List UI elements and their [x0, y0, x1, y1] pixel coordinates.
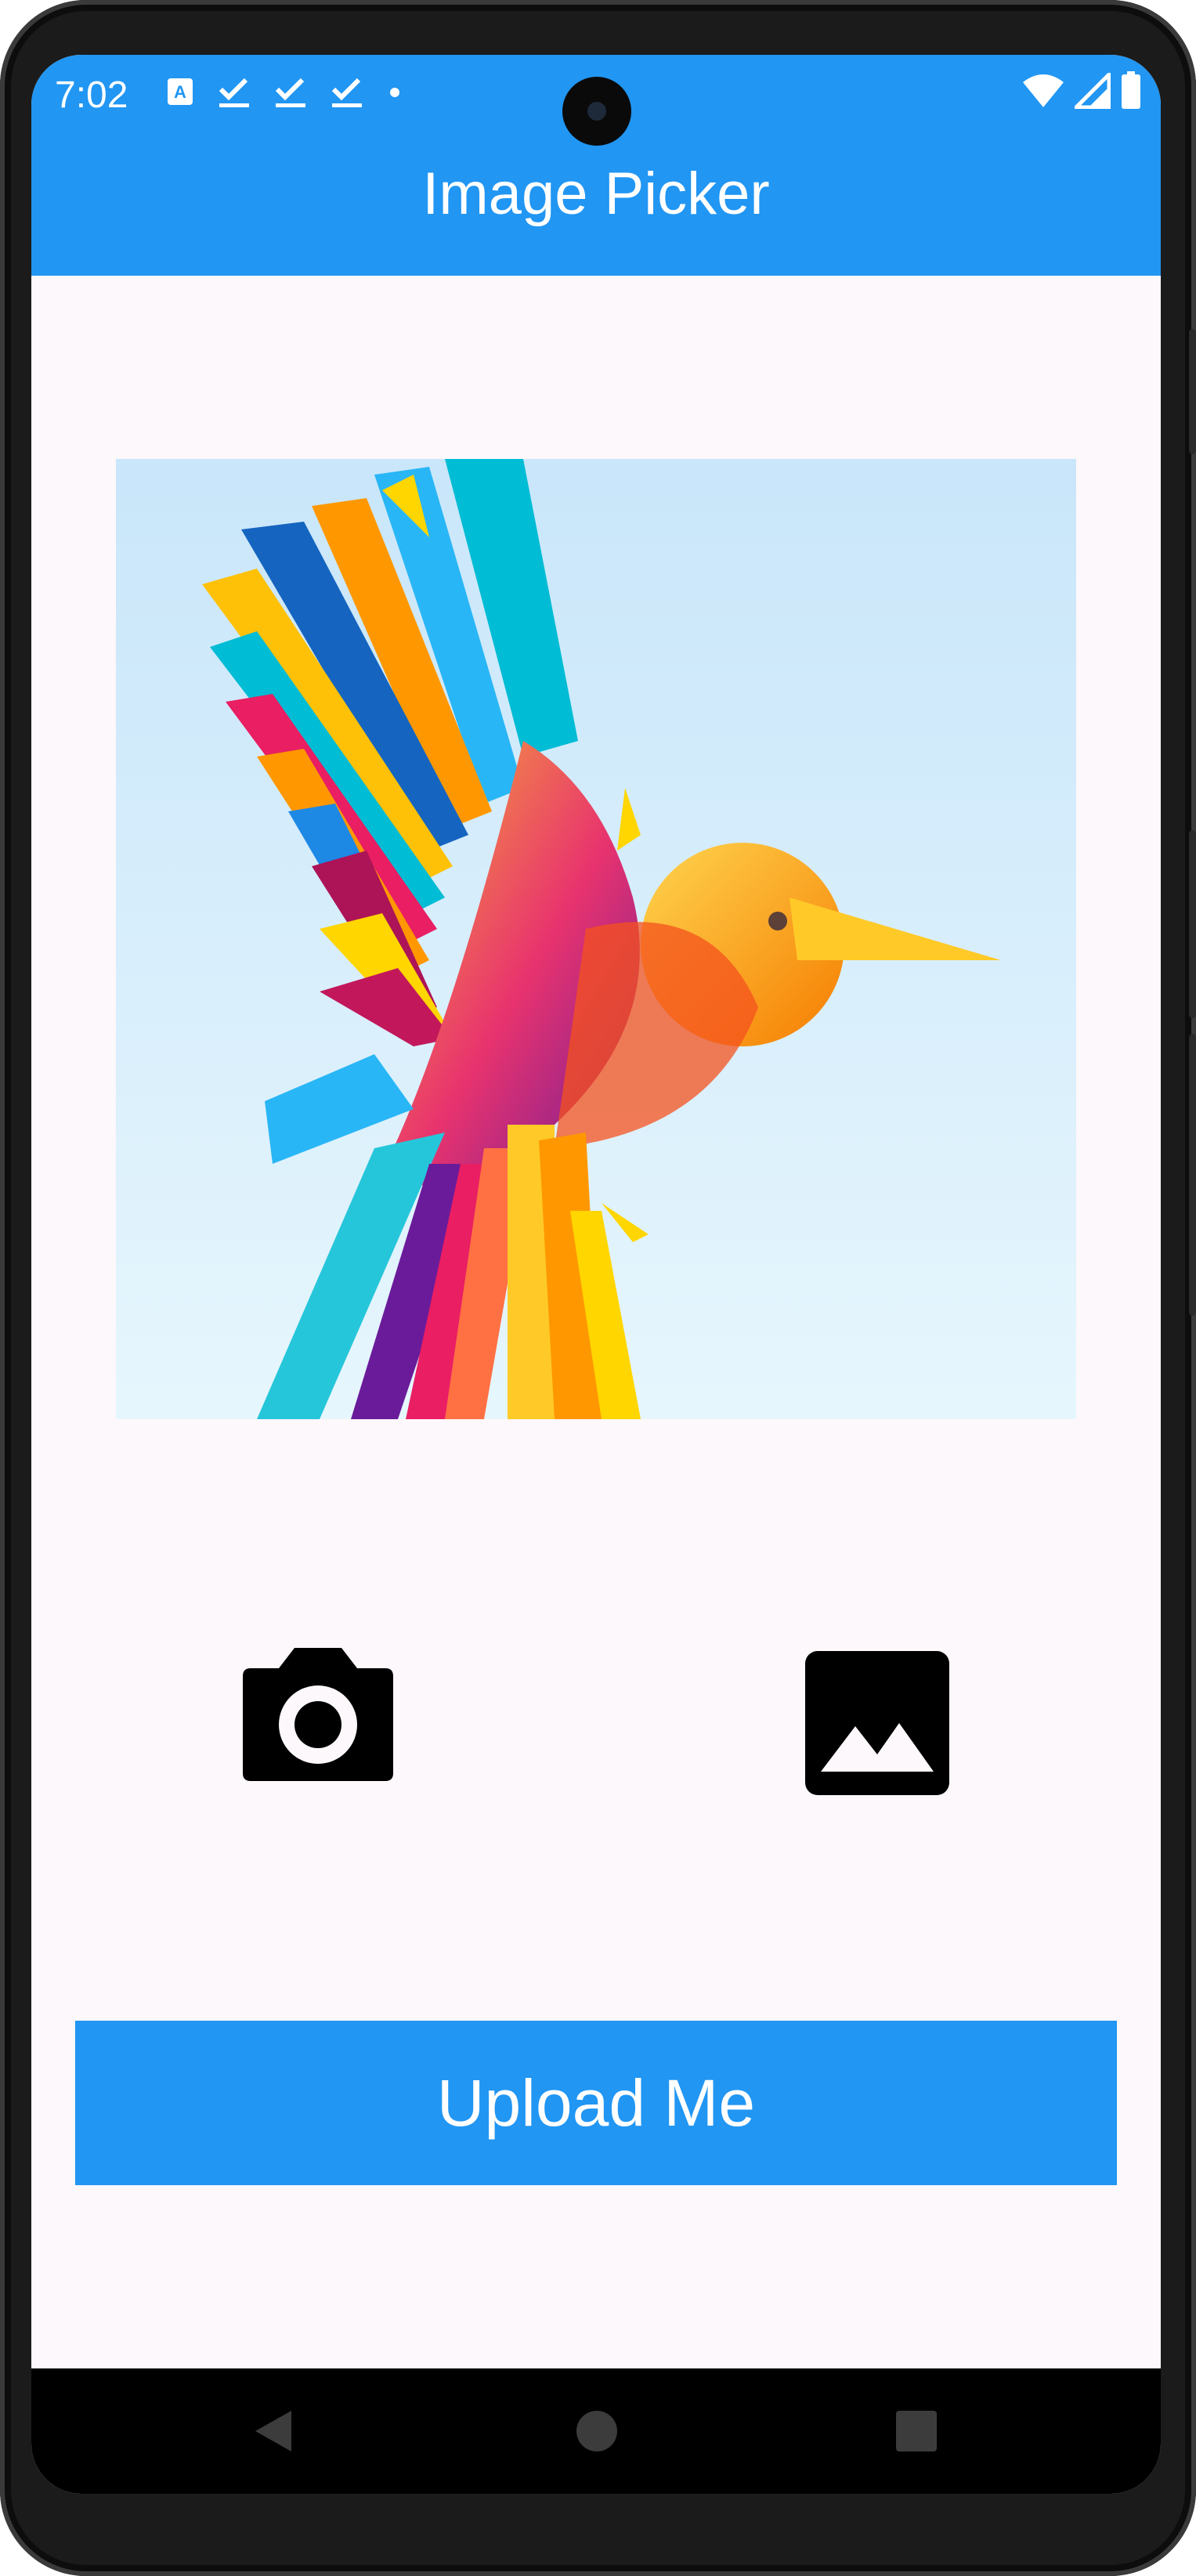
navigation-bar	[31, 2368, 1161, 2494]
page-title: Image Picker	[422, 161, 770, 227]
cell-signal-icon	[1071, 69, 1111, 113]
picked-image	[116, 459, 1076, 1419]
front-camera	[562, 77, 631, 146]
hummingbird-illustration	[116, 459, 1076, 1419]
notification-icons: A	[166, 70, 403, 117]
gallery-button[interactable]	[799, 1645, 956, 1801]
system-status-icons	[1021, 67, 1142, 117]
dot-icon	[387, 85, 403, 104]
battery-icon	[1120, 70, 1142, 114]
recents-icon[interactable]	[885, 2400, 948, 2462]
phone-frame: 7:02 A Image Picker Upload Me	[0, 0, 1196, 2576]
volume-up-button	[1189, 830, 1196, 1018]
wifi-icon	[1021, 73, 1065, 113]
upload-button[interactable]: Upload Me	[75, 2021, 1117, 2185]
check-icon	[274, 75, 307, 114]
back-icon[interactable]	[243, 2400, 305, 2462]
check-icon	[331, 75, 363, 114]
home-icon[interactable]	[565, 2400, 628, 2462]
svg-text:A: A	[174, 82, 186, 102]
volume-down-button	[1189, 1034, 1196, 1316]
text-format-icon: A	[166, 77, 194, 112]
status-time: 7:02	[55, 74, 128, 116]
screen: 7:02 A Image Picker Upload Me	[31, 55, 1161, 2494]
camera-button[interactable]	[232, 1637, 404, 1794]
check-icon	[218, 75, 251, 114]
power-button	[1189, 329, 1196, 454]
camera-icon	[243, 1648, 393, 1781]
app-bar: 7:02 A Image Picker	[31, 55, 1161, 276]
gallery-icon	[805, 1651, 949, 1795]
